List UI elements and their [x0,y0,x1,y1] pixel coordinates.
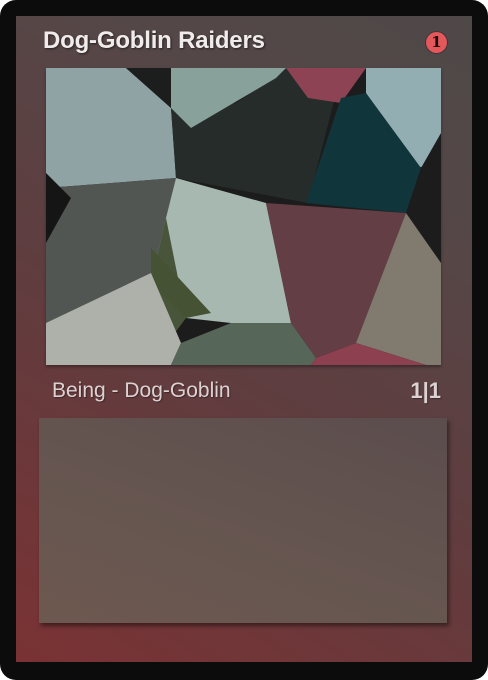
art-cell [171,323,316,365]
voronoi-mosaic-artwork [46,68,441,365]
power-toughness: 1|1 [410,378,441,403]
card-title: Dog-Goblin Raiders [43,27,265,54]
card-type-line: Being - Dog-Goblin [52,379,231,402]
card-artwork [46,68,441,365]
rules-text-box [39,418,447,623]
mana-cost-badge: 1 [426,32,447,53]
